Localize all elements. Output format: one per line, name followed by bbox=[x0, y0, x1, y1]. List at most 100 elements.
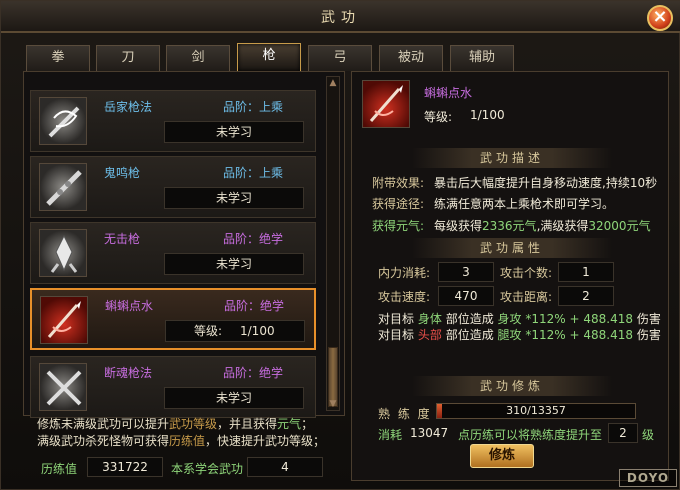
skill-list-item-selected[interactable]: 蝌蝌点水 品阶：绝学 等级: 1/100 bbox=[30, 288, 316, 350]
consume-text: 点历练可以将熟练度提升至 bbox=[458, 428, 603, 442]
skill-state: 未学习 bbox=[164, 253, 304, 275]
info-highlight: 元气 bbox=[277, 417, 302, 431]
yuanqi-text: 每级获得 bbox=[434, 219, 483, 233]
hits-value: 1 bbox=[558, 262, 614, 282]
consume-value: 13047 bbox=[410, 426, 449, 440]
yuanqi-max: 32000元气 bbox=[588, 219, 651, 233]
train-button[interactable]: 修炼 bbox=[470, 444, 534, 468]
skill-list-item[interactable]: 岳家枪法 品阶：上乘 未学习 bbox=[30, 90, 316, 152]
info-text: ，快速提升武功等级； bbox=[205, 434, 326, 448]
tab-sword[interactable]: 剑 bbox=[166, 45, 230, 71]
hits-label: 攻击个数: bbox=[500, 266, 553, 280]
speed-label: 攻击速度: bbox=[378, 290, 431, 304]
bonus-line-body: 对目标 身体 部位造成 身攻 *112% + 488.418 伤害 bbox=[378, 310, 661, 327]
exp-value: 331722 bbox=[87, 457, 163, 477]
info-text: 满级武功杀死怪物可获得 bbox=[37, 434, 170, 448]
skill-name: 岳家枪法 bbox=[104, 100, 153, 114]
info-text: ，并且获得 bbox=[217, 417, 278, 431]
close-x-icon[interactable]: × bbox=[647, 5, 673, 31]
consume-unit: 级 bbox=[642, 428, 655, 442]
target-level-value: 2 bbox=[608, 423, 638, 443]
yuanqi-label: 获得元气: bbox=[372, 219, 425, 233]
skill-level-label: 等级: bbox=[194, 324, 223, 338]
proficiency-value: 310/13357 bbox=[506, 404, 566, 417]
proficiency-label: 熟 练 度 bbox=[378, 407, 432, 421]
bonus-add: + 488.418 bbox=[569, 312, 633, 326]
bonus-line-head: 对目标 头部 部位造成 腿攻 *112% + 488.418 伤害 bbox=[378, 326, 661, 343]
detail-level-value: 1/100 bbox=[470, 108, 505, 122]
skill-level: 等级: 1/100 bbox=[165, 320, 305, 342]
skill-state: 未学习 bbox=[164, 121, 304, 143]
skill-name: 无击枪 bbox=[104, 232, 141, 246]
tab-passive[interactable]: 被动 bbox=[379, 45, 443, 71]
bonus-mult: 身攻 *112% bbox=[497, 312, 566, 326]
tab-support[interactable]: 辅助 bbox=[450, 45, 514, 71]
attr-section-header: 武功属性 bbox=[412, 238, 612, 258]
skill-grade: 品阶：绝学 bbox=[224, 299, 285, 313]
tab-fist[interactable]: 拳 bbox=[26, 45, 90, 71]
bonus-add: + 488.418 bbox=[569, 328, 633, 342]
skill-grade: 品阶：绝学 bbox=[223, 366, 284, 380]
bonus-text: 伤害 bbox=[636, 328, 661, 342]
desc-section-header: 武功描述 bbox=[412, 148, 612, 168]
learned-label: 本系学会武功 bbox=[171, 462, 244, 476]
source-label: 获得途径: bbox=[372, 197, 425, 211]
info-text: ； bbox=[301, 417, 314, 431]
scroll-up-icon[interactable]: ▲ bbox=[327, 77, 339, 89]
yuanqi-per-level: 2336元气 bbox=[482, 219, 537, 233]
range-value: 2 bbox=[558, 286, 614, 306]
bonus-text: 伤害 bbox=[636, 312, 661, 326]
info-line-1: 修炼未满级武功可以提升武功等级，并且获得元气； bbox=[37, 416, 337, 433]
skill-name: 断魂枪法 bbox=[104, 366, 153, 380]
info-line-2: 满级武功杀死怪物可获得历练值，快速提升武功等级； bbox=[37, 433, 337, 450]
red-spear-icon bbox=[40, 296, 88, 344]
info-highlight: 武功等级 bbox=[169, 417, 218, 431]
skill-list-item[interactable]: 无击枪 品阶：绝学 未学习 bbox=[30, 222, 316, 284]
range-label: 攻击距离: bbox=[500, 290, 553, 304]
spear-tip-icon bbox=[39, 229, 87, 277]
learned-value: 4 bbox=[247, 457, 323, 477]
skill-list-scrollbar[interactable]: ▲ ▼ bbox=[326, 76, 340, 411]
skill-list-item[interactable]: 断魂枪法 品阶：绝学 未学习 bbox=[30, 356, 316, 418]
skill-grade: 品阶：上乘 bbox=[223, 166, 284, 180]
window-title: 武功 bbox=[321, 10, 361, 26]
detail-skill-name: 蝌蝌点水 bbox=[424, 86, 473, 100]
skill-list-panel: 岳家枪法 品阶：上乘 未学习 鬼鸣枪 品阶：上乘 未学习 无击枪 品阶：绝学 未… bbox=[23, 71, 345, 418]
bonus-part: 头部 bbox=[417, 328, 442, 342]
info-text: 修炼未满级武功可以提升 bbox=[37, 417, 170, 431]
source-text: 练满任意两本上乘枪术即可学习。 bbox=[434, 197, 615, 211]
spear-chain-icon bbox=[39, 163, 87, 211]
training-info: 修炼未满级武功可以提升武功等级，并且获得元气； 满级武功杀死怪物可获得历练值，快… bbox=[37, 416, 337, 450]
skill-state: 未学习 bbox=[164, 187, 304, 209]
skills-window: 武功 × 拳 刀 剑 枪 弓 被动 辅助 岳家枪法 品阶：上乘 未学习 鬼鸣枪 … bbox=[0, 0, 680, 490]
skill-name: 鬼鸣枪 bbox=[104, 166, 141, 180]
scroll-down-icon[interactable]: ▼ bbox=[327, 398, 339, 410]
bonus-text: 对目标 bbox=[378, 312, 415, 326]
detail-level-label: 等级: bbox=[424, 110, 453, 124]
skill-list-item[interactable]: 鬼鸣枪 品阶：上乘 未学习 bbox=[30, 156, 316, 218]
skill-level-value: 1/100 bbox=[240, 324, 275, 338]
yuanqi-text: ,满级获得 bbox=[536, 219, 589, 233]
consume-label: 消耗 bbox=[378, 428, 403, 442]
bonus-part: 身体 bbox=[417, 312, 442, 326]
skill-grade: 品阶：上乘 bbox=[223, 100, 284, 114]
bonus-text: 对目标 bbox=[378, 328, 415, 342]
mp-cost-label: 内力消耗: bbox=[378, 266, 431, 280]
tab-bow[interactable]: 弓 bbox=[308, 45, 372, 71]
effect-label: 附带效果: bbox=[372, 176, 425, 190]
skill-state: 未学习 bbox=[164, 387, 304, 409]
bonus-text: 部位造成 bbox=[445, 328, 494, 342]
bonus-text: 部位造成 bbox=[445, 312, 494, 326]
train-section-header: 武功修炼 bbox=[412, 376, 612, 396]
yuanqi-line: 每级获得2336元气,满级获得32000元气 bbox=[434, 217, 651, 234]
skill-detail-panel: 蝌蝌点水 等级: 1/100 武功描述 附带效果: 暴击后大幅度提升自身移动速度… bbox=[351, 71, 669, 481]
skill-name: 蝌蝌点水 bbox=[105, 299, 154, 313]
spear-swirl-icon bbox=[39, 97, 87, 145]
skill-grade: 品阶：绝学 bbox=[223, 232, 284, 246]
effect-text: 暴击后大幅度提升自身移动速度,持续10秒 bbox=[434, 176, 658, 190]
bonus-mult: 腿攻 *112% bbox=[497, 328, 566, 342]
red-spear-icon bbox=[362, 80, 410, 128]
tab-blade[interactable]: 刀 bbox=[96, 45, 160, 71]
tab-spear[interactable]: 枪 bbox=[237, 43, 301, 71]
title-bar[interactable]: 武功 × bbox=[1, 1, 680, 33]
